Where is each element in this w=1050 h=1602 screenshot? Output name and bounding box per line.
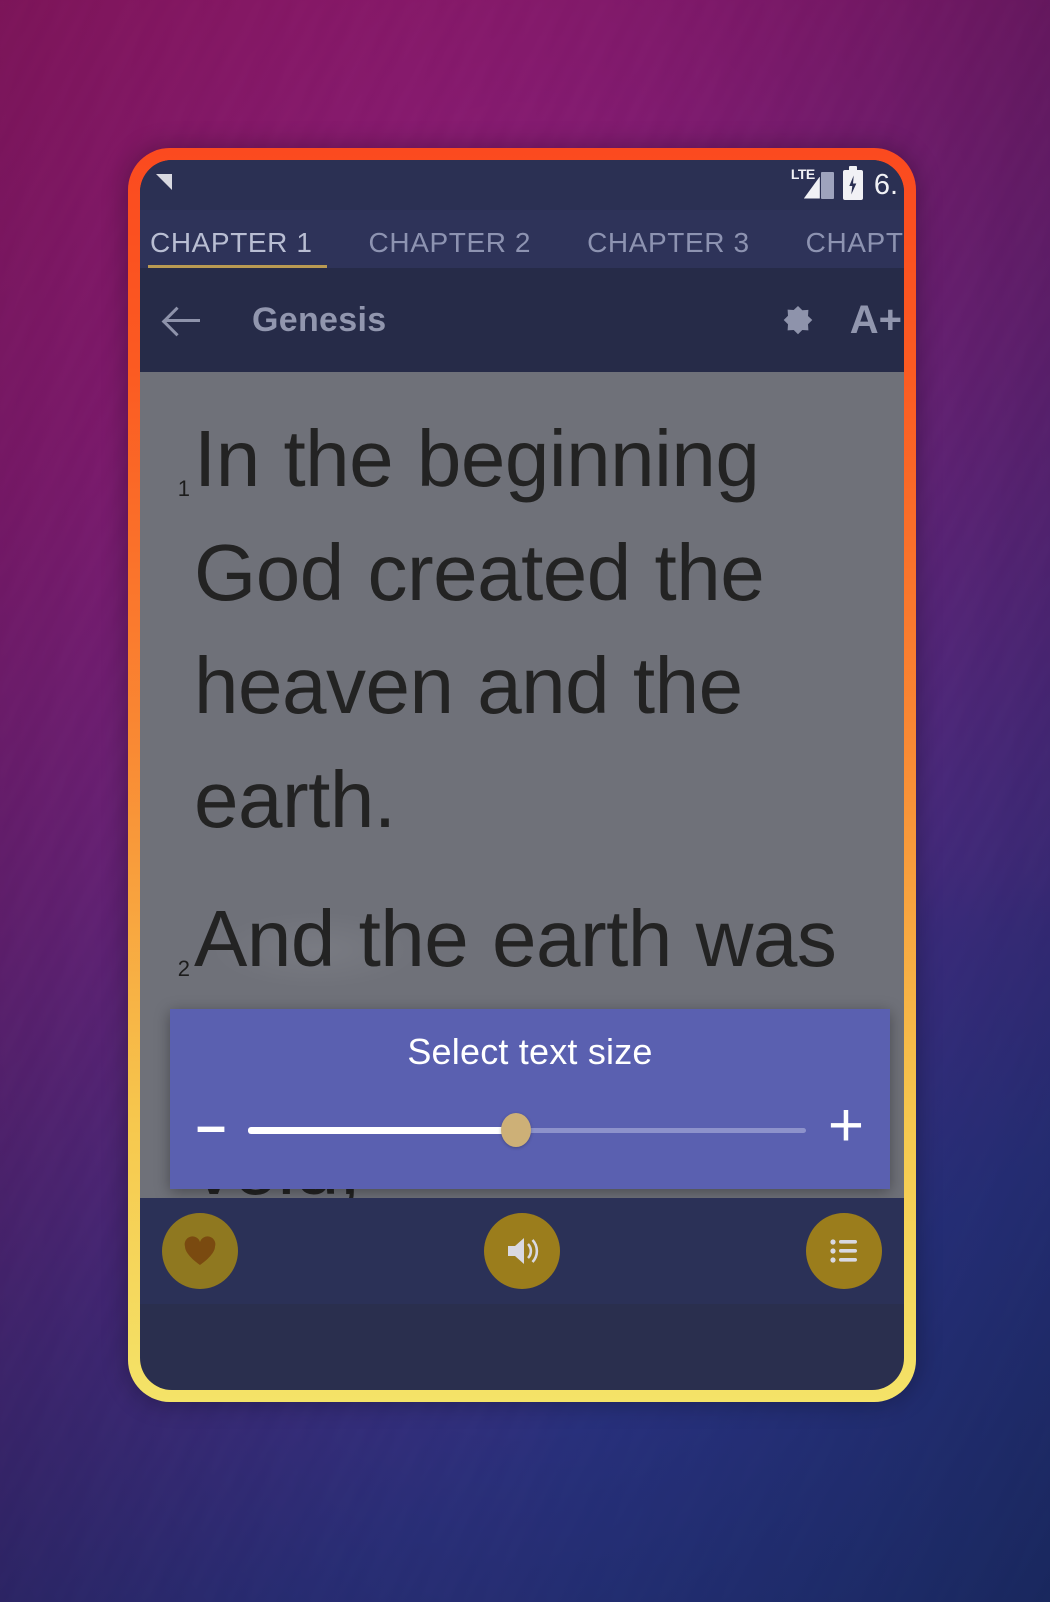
increase-text-size-button[interactable]: + bbox=[822, 1095, 870, 1157]
verse-number: 1 bbox=[177, 476, 190, 501]
text-size-slider[interactable] bbox=[248, 1112, 806, 1148]
app-bar: Genesis A+ bbox=[140, 268, 904, 372]
speaker-icon bbox=[508, 1238, 539, 1264]
slider-fill bbox=[248, 1126, 516, 1134]
verse-number: 2 bbox=[177, 956, 190, 982]
heart-icon bbox=[184, 1236, 216, 1265]
slider-thumb[interactable] bbox=[500, 1113, 531, 1147]
android-status-bar: LTE 6. bbox=[140, 160, 904, 210]
phone-screen: LTE 6. CHAPTER 1 CHAPTER 2 CHAPTER 3 CHA… bbox=[140, 160, 904, 1390]
bottom-action-bar bbox=[140, 1198, 904, 1304]
audio-button[interactable] bbox=[484, 1213, 560, 1289]
list-icon bbox=[830, 1239, 857, 1263]
scripture-reader: 1 In the beginning God created the heave… bbox=[140, 372, 904, 1304]
verse-item[interactable]: 1 In the beginning God created the heave… bbox=[150, 402, 870, 856]
chapters-list-button[interactable] bbox=[806, 1213, 882, 1289]
chapter-tab-strip[interactable]: CHAPTER 1 CHAPTER 2 CHAPTER 3 CHAPTER 4 bbox=[140, 210, 904, 268]
tab-chapter-3[interactable]: CHAPTER 3 bbox=[559, 229, 778, 268]
brightness-night-mode-icon[interactable] bbox=[774, 296, 822, 344]
back-arrow-icon[interactable] bbox=[158, 294, 210, 346]
signal-bars-icon: LTE bbox=[791, 167, 834, 199]
status-bar-clock: 6. bbox=[873, 168, 898, 201]
lte-label: LTE bbox=[790, 165, 815, 182]
favorite-button[interactable] bbox=[162, 1213, 238, 1289]
tab-chapter-1[interactable]: CHAPTER 1 bbox=[140, 229, 341, 268]
decrease-text-size-button[interactable]: – bbox=[190, 1099, 232, 1153]
verse-text: In the beginning God created the heaven … bbox=[194, 414, 765, 844]
page-title: Genesis bbox=[252, 300, 387, 339]
select-text-size-dialog: Select text size – + bbox=[170, 1009, 890, 1189]
text-size-controls-row: – + bbox=[170, 1095, 890, 1161]
tab-chapter-4[interactable]: CHAPTER 4 bbox=[778, 229, 904, 268]
battery-charging-icon bbox=[842, 166, 863, 200]
wallpaper-background: LTE 6. CHAPTER 1 CHAPTER 2 CHAPTER 3 CHA… bbox=[0, 0, 1050, 1602]
tab-chapter-2[interactable]: CHAPTER 2 bbox=[341, 229, 560, 268]
dialog-title: Select text size bbox=[407, 1031, 653, 1072]
status-left-indicator-icon bbox=[156, 174, 172, 190]
text-size-button[interactable]: A+ bbox=[850, 298, 902, 343]
screenshot-highlight-frame: LTE 6. CHAPTER 1 CHAPTER 2 CHAPTER 3 CHA… bbox=[128, 148, 916, 1402]
